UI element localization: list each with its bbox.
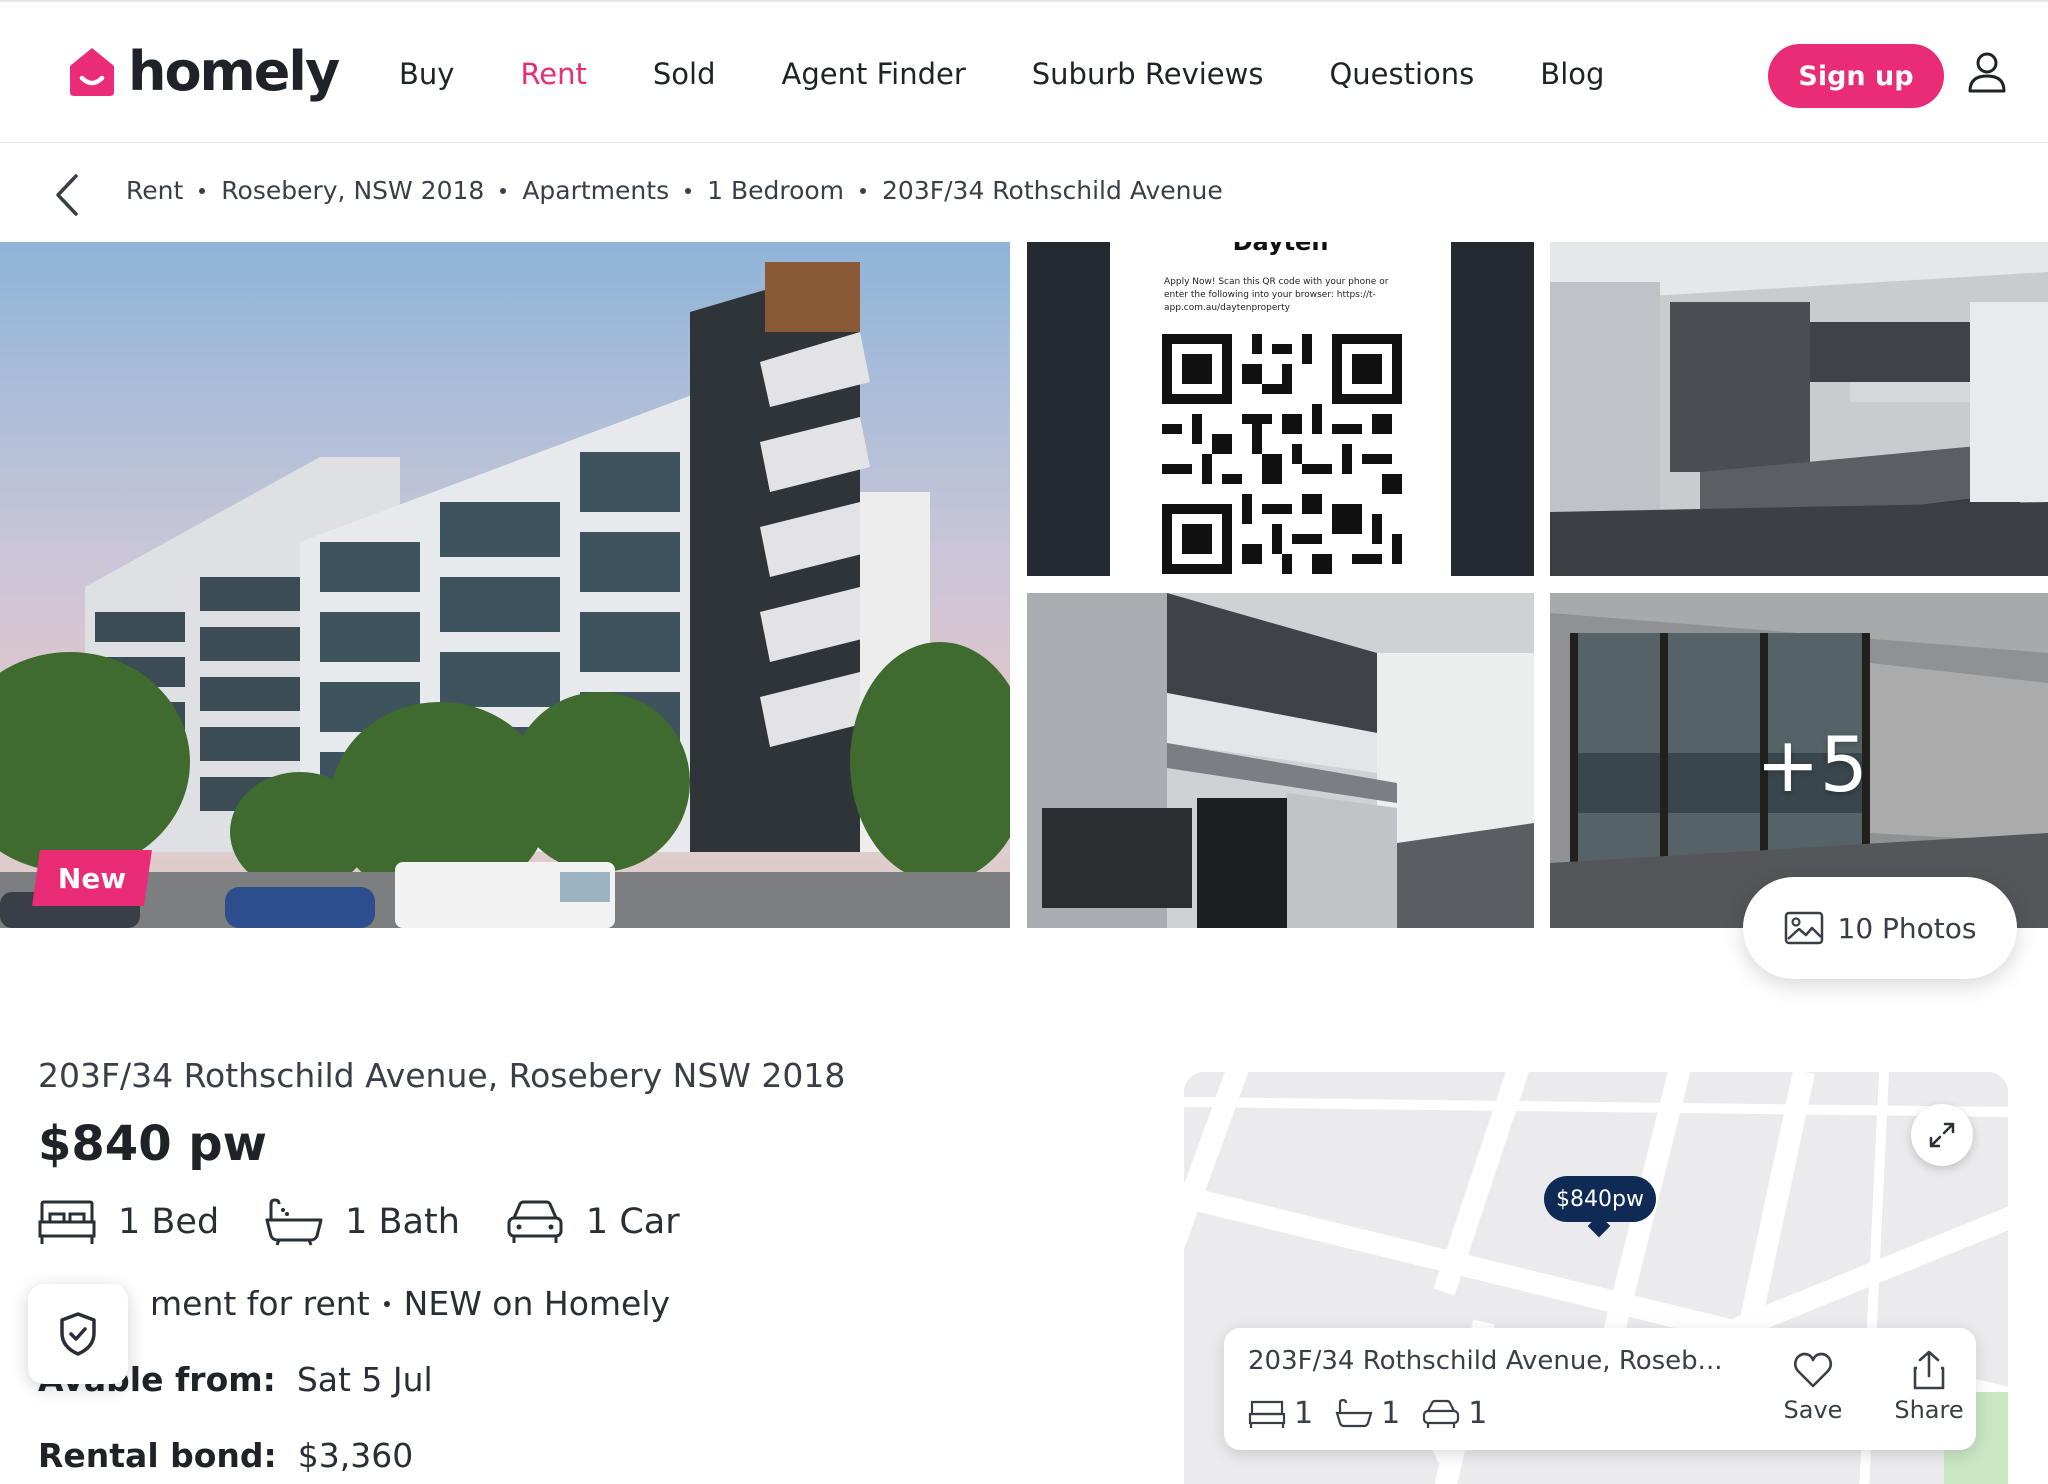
breadcrumb-suburb[interactable]: Rosebery, NSW 2018 [221,176,484,205]
flyer-header: Dayten [1232,242,1329,256]
nav-agent-finder[interactable]: Agent Finder [782,54,966,94]
map-card-beds-count: 1 [1294,1396,1314,1431]
listing-features: 1 Bed 1 Bath 1 Car [38,1198,726,1246]
heart-icon [1793,1352,1833,1388]
share-label: Share [1894,1396,1964,1424]
new-badge-label: New [57,861,127,895]
breadcrumb-separator [860,187,867,194]
safety-shield-button[interactable] [28,1284,128,1384]
qr-code-icon [1162,334,1402,574]
available-value: Sat 5 Jul [296,1360,433,1399]
rental-bond: Rental bond: $3,360 [38,1436,413,1475]
breadcrumb-separator [685,187,692,194]
listing-price: $840 pw [38,1116,268,1172]
more-photos-count[interactable]: +5 [1756,720,1868,809]
breadcrumb-address: 203F/34 Rothschild Avenue [882,176,1223,205]
site-header: homely Buy Rent Sold Agent Finder Suburb… [0,0,2048,143]
photo-qr-flyer[interactable]: Dayten Apply Now! Scan this QR code with… [1027,242,1534,576]
signup-button[interactable]: Sign up [1768,44,1944,108]
nav-blog[interactable]: Blog [1540,54,1604,94]
view-photos-label: 10 Photos [1837,911,1977,945]
feature-beds: 1 Bed [38,1198,219,1246]
bond-value: $3,360 [297,1436,414,1475]
photo-kitchen-2[interactable] [1027,593,1534,928]
shield-check-icon [60,1312,96,1356]
flyer-sheet: Dayten Apply Now! Scan this QR code with… [1110,242,1451,576]
map-price-pin[interactable]: $840pw [1544,1176,1656,1222]
main-photo-building[interactable] [0,242,1010,928]
homely-house-icon [70,48,114,96]
map-card-cars-count: 1 [1468,1396,1488,1431]
save-button[interactable]: Save [1768,1348,1858,1424]
car-icon [1423,1399,1460,1428]
map-expand-button[interactable] [1911,1104,1973,1166]
map-card-features: 1 1 1 [1248,1396,1509,1431]
nav-questions[interactable]: Questions [1329,54,1474,94]
logo-wordmark: homely [128,40,340,103]
map-card-beds: 1 [1248,1396,1313,1431]
image-gallery-icon [1784,911,1823,945]
listing-meta: ment for rent NEW on Homely [38,1284,670,1323]
photo-kitchen-1[interactable] [1550,242,2048,576]
map-card-cars: 1 [1422,1396,1487,1431]
bath-icon [265,1198,323,1246]
map-card-address: 203F/34 Rothschild Avenue, Roseb... [1248,1346,1723,1376]
map-listing-card[interactable]: 203F/34 Rothschild Avenue, Roseb... 1 1 [1224,1328,1976,1450]
bed-icon [38,1200,96,1244]
car-icon [507,1200,563,1243]
listing-status: NEW on Homely [403,1284,671,1323]
bond-label: Rental bond: [38,1436,277,1475]
breadcrumb-separator [500,187,507,194]
nav-buy[interactable]: Buy [399,54,454,94]
homely-logo[interactable]: homely [64,40,340,103]
bed-icon [1248,1400,1286,1428]
beds-label: 1 Bed [118,1202,220,1242]
user-account-icon[interactable] [1966,50,2008,94]
listing-type: ment for rent [150,1284,370,1323]
breadcrumb: Rent Rosebery, NSW 2018 Apartments 1 Bed… [126,176,1223,205]
feature-cars: 1 Car [506,1198,680,1246]
breadcrumb-rent[interactable]: Rent [126,176,183,205]
main-nav: Buy Rent Sold Agent Finder Suburb Review… [399,54,1670,94]
nav-suburb-reviews[interactable]: Suburb Reviews [1032,54,1264,94]
baths-label: 1 Bath [345,1202,460,1242]
nav-rent[interactable]: Rent [520,54,586,94]
expand-arrows-icon [1929,1122,1955,1148]
meta-separator [383,1301,390,1307]
flyer-instructions: Apply Now! Scan this QR code with your p… [1164,277,1389,313]
new-badge: New [32,850,152,906]
map-card-baths: 1 [1335,1396,1400,1431]
bath-icon [1335,1398,1373,1427]
save-label: Save [1783,1396,1843,1424]
view-photos-button[interactable]: 10 Photos [1743,877,2017,979]
breadcrumb-type[interactable]: Apartments [522,176,669,205]
breadcrumb-separator [199,187,206,194]
breadcrumb-bedrooms[interactable]: 1 Bedroom [707,176,844,205]
share-button[interactable]: Share [1884,1348,1974,1424]
cars-label: 1 Car [585,1202,680,1242]
listing-address: 203F/34 Rothschild Avenue, Rosebery NSW … [38,1056,846,1095]
map-card-baths-count: 1 [1381,1396,1401,1431]
back-chevron-icon[interactable] [52,172,84,218]
nav-sold[interactable]: Sold [653,54,716,94]
feature-baths: 1 Bath [265,1198,460,1246]
share-icon [1913,1350,1945,1390]
